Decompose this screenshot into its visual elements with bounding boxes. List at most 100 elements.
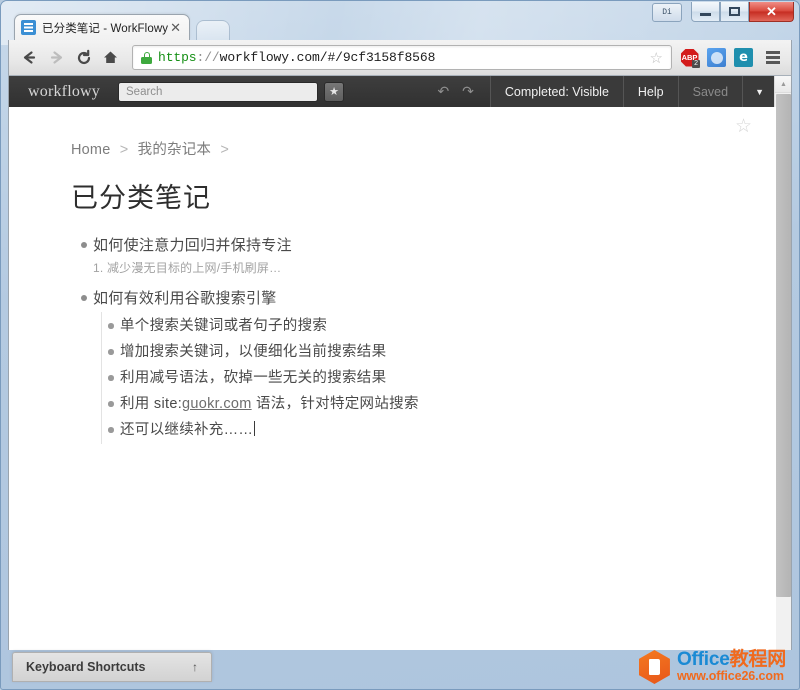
back-button[interactable] [16, 44, 43, 71]
watermark-title-en: Office [677, 649, 730, 670]
address-bar[interactable]: https://workflowy.com/#/9cf3158f8568 ☆ [132, 45, 672, 70]
evernote-glyph: e [734, 48, 753, 67]
outline-item-text[interactable]: 增加搜索关键词，以便细化当前搜索结果 [120, 340, 386, 366]
url-host: workflowy.com [220, 50, 320, 65]
list-item: 单个搜索关键词或者句子的搜索 [102, 314, 776, 340]
minimize-icon [700, 13, 711, 16]
bullet-icon[interactable] [102, 340, 120, 355]
outline-item-text-with-link[interactable]: 利用 site:guokr.com 语法，针对特定网站搜索 [120, 392, 419, 418]
search-input[interactable]: Search [118, 82, 318, 102]
outline-item-text[interactable]: 如何使注意力回归并保持专注 [93, 233, 292, 259]
close-window-button[interactable]: ✕ [749, 2, 794, 22]
minimize-button[interactable] [691, 2, 720, 22]
aux-window-button[interactable]: Di [652, 3, 682, 22]
url-path: /#/9cf3158f8568 [320, 50, 436, 65]
bookmark-star-icon[interactable]: ☆ [650, 49, 665, 67]
list-item: 如何使注意力回归并保持专注 1. 减少漫无目标的上网/手机刷屏… [75, 233, 776, 277]
extension-icons: ABP 2 e [678, 46, 784, 69]
breadcrumb-item-notebook[interactable]: 我的杂记本 [138, 142, 212, 158]
adblock-plus-icon[interactable]: ABP 2 [678, 46, 701, 69]
outline-row[interactable]: 如何有效利用谷歌搜索引擎 [75, 286, 776, 312]
list-favicon-icon [21, 20, 36, 35]
outline-item-text-after: 语法，针对特定网站搜索 [252, 396, 419, 412]
bullet-icon[interactable] [75, 286, 93, 301]
breadcrumb-separator: > [220, 142, 229, 158]
outline-item-text-editing[interactable]: 还可以继续补充…… [120, 418, 255, 444]
scroll-up-icon[interactable]: ▲ [775, 76, 792, 93]
browser-toolbar: https://workflowy.com/#/9cf3158f8568 ☆ A… [8, 40, 792, 76]
outline-item-text[interactable]: 单个搜索关键词或者句子的搜索 [120, 314, 327, 340]
reload-button[interactable] [70, 44, 97, 71]
outline-row[interactable]: 利用减号语法，砍掉一些无关的搜索结果 [102, 366, 776, 392]
maximize-icon [729, 7, 740, 16]
undo-button[interactable]: ↶ [437, 83, 449, 100]
starred-pages-button[interactable]: ★ [324, 82, 344, 102]
keyboard-shortcuts-label: Keyboard Shortcuts [26, 660, 145, 674]
browser-window: 已分类笔记 - WorkFlowy ✕ Di ✕ [0, 0, 800, 690]
url-text: https://workflowy.com/#/9cf3158f8568 [158, 50, 435, 65]
window-controls: Di ✕ [652, 2, 794, 22]
workflowy-toolbar: workflowy Search ★ ↶ ↷ Completed: Visibl… [9, 76, 776, 107]
workflowy-document: ☆ Home > 我的杂记本 > 已分类笔记 如何使注意力回归并保持专注 1. … [9, 107, 776, 650]
breadcrumb: Home > 我的杂记本 > [71, 138, 776, 159]
outline-item-text-before: 利用 site: [120, 396, 182, 412]
outline-item-note[interactable]: 1. 减少漫无目标的上网/手机刷屏… [93, 259, 776, 277]
undo-redo-group: ↶ ↷ [421, 76, 489, 107]
list-item: 增加搜索关键词，以便细化当前搜索结果 [102, 340, 776, 366]
chevron-down-icon[interactable]: ▼ [742, 76, 776, 107]
text-cursor [254, 421, 255, 436]
redo-button[interactable]: ↷ [462, 83, 474, 100]
office-logo-icon [639, 650, 670, 684]
outline-item-text[interactable]: 如何有效利用谷歌搜索引擎 [93, 286, 277, 312]
tab-strip: 已分类笔记 - WorkFlowy ✕ Di ✕ [0, 0, 800, 40]
bullet-icon[interactable] [102, 418, 120, 433]
blue-circle-extension-icon[interactable] [705, 46, 728, 69]
outline-tree: 如何使注意力回归并保持专注 1. 减少漫无目标的上网/手机刷屏… 如何有效利用谷… [75, 233, 776, 444]
breadcrumb-separator: > [120, 142, 129, 158]
outline-children: 单个搜索关键词或者句子的搜索 增加搜索关键词，以便细化当前搜索结果 [101, 312, 776, 444]
outline-item-text: 还可以继续补充…… [120, 422, 253, 438]
outline-item-text[interactable]: 利用减号语法，砍掉一些无关的搜索结果 [120, 366, 386, 392]
bullet-icon[interactable] [75, 233, 93, 248]
evernote-extension-icon[interactable]: e [732, 46, 755, 69]
url-scheme: https [158, 50, 197, 65]
page-scrollbar[interactable]: ▲ [774, 76, 791, 650]
maximize-button[interactable] [720, 2, 749, 22]
outline-row[interactable]: 还可以继续补充…… [102, 418, 776, 444]
save-status: Saved [678, 76, 742, 107]
expand-up-icon[interactable]: ↑ [192, 660, 198, 674]
page-viewport: workflowy Search ★ ↶ ↷ Completed: Visibl… [8, 76, 792, 650]
favorite-star-icon[interactable]: ☆ [735, 117, 752, 136]
outline-row[interactable]: 如何使注意力回归并保持专注 [75, 233, 776, 259]
toolbar-right-group: ↶ ↷ Completed: Visible Help Saved ▼ [421, 76, 776, 107]
watermark-url: www.office26.com [677, 670, 786, 683]
abp-badge: 2 [692, 60, 700, 68]
new-tab-button[interactable] [196, 20, 230, 40]
completed-toggle-button[interactable]: Completed: Visible [490, 76, 623, 107]
guokr-link[interactable]: guokr.com [182, 396, 252, 412]
outline-row[interactable]: 利用 site:guokr.com 语法，针对特定网站搜索 [102, 392, 776, 418]
help-button[interactable]: Help [623, 76, 678, 107]
chrome-menu-icon[interactable] [762, 46, 784, 69]
page-title[interactable]: 已分类笔记 [71, 176, 776, 215]
list-item: 利用减号语法，砍掉一些无关的搜索结果 [102, 366, 776, 392]
bullet-icon[interactable] [102, 392, 120, 407]
workflowy-logo[interactable]: workflowy [28, 83, 100, 101]
browser-tab[interactable]: 已分类笔记 - WorkFlowy ✕ [14, 14, 190, 40]
outline-row[interactable]: 增加搜索关键词，以便细化当前搜索结果 [102, 340, 776, 366]
bullet-icon[interactable] [102, 314, 120, 329]
watermark-title: Office教程网 [677, 650, 786, 670]
bullet-icon[interactable] [102, 366, 120, 381]
list-item: 如何有效利用谷歌搜索引擎 单个搜索关键词或者句子的搜索 [75, 286, 776, 444]
url-separator: :// [197, 50, 220, 65]
watermark-texts: Office教程网 www.office26.com [677, 650, 786, 683]
close-icon[interactable]: ✕ [168, 21, 183, 34]
home-button[interactable] [97, 44, 124, 71]
outline-row[interactable]: 单个搜索关键词或者句子的搜索 [102, 314, 776, 340]
scrollbar-thumb[interactable] [776, 94, 791, 597]
list-item: 利用 site:guokr.com 语法，针对特定网站搜索 [102, 392, 776, 418]
tab-title: 已分类笔记 - WorkFlowy [42, 20, 168, 36]
keyboard-shortcuts-bar[interactable]: Keyboard Shortcuts ↑ [12, 652, 212, 682]
list-item: 还可以继续补充…… [102, 418, 776, 444]
breadcrumb-item-home[interactable]: Home [71, 142, 110, 158]
